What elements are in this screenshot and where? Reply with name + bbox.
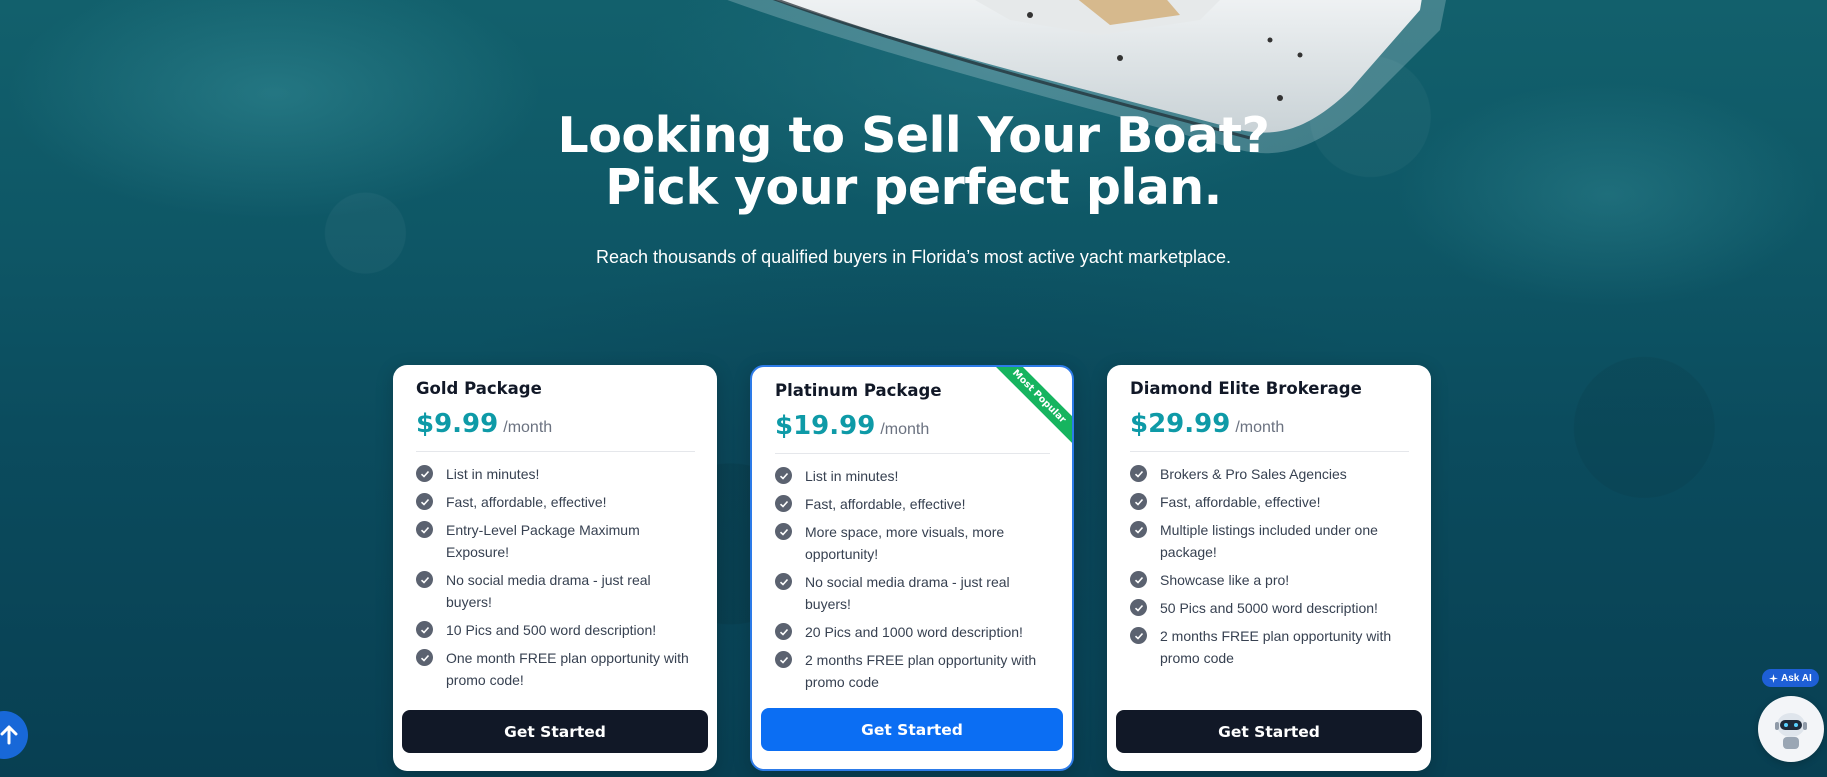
- check-icon: [1130, 465, 1147, 482]
- check-icon: [1130, 571, 1147, 588]
- price-row: $19.99 /month: [775, 411, 929, 441]
- get-started-button[interactable]: Get Started: [402, 710, 708, 753]
- feature-text: Fast, affordable, effective!: [805, 496, 966, 512]
- feature-text: Multiple listings included under one pac…: [1160, 522, 1378, 560]
- plan-card-diamond: Diamond Elite Brokerage $29.99 /month Br…: [1107, 365, 1431, 771]
- feature-item: One month FREE plan opportunity with pro…: [416, 647, 699, 691]
- feature-text: 50 Pics and 5000 word description!: [1160, 600, 1378, 616]
- feature-text: No social media drama - just real buyers…: [446, 572, 651, 610]
- feature-text: Fast, affordable, effective!: [1160, 494, 1321, 510]
- feature-item: Showcase like a pro!: [1130, 569, 1413, 591]
- check-icon: [416, 493, 433, 510]
- check-icon: [1130, 599, 1147, 616]
- feature-list: List in minutes! Fast, affordable, effec…: [775, 465, 1054, 699]
- feature-text: Showcase like a pro!: [1160, 572, 1290, 588]
- divider: [416, 451, 695, 452]
- feature-item: 20 Pics and 1000 word description!: [775, 621, 1054, 643]
- feature-text: 10 Pics and 500 word description!: [446, 622, 657, 638]
- feature-text: Fast, affordable, effective!: [446, 494, 607, 510]
- feature-item: Fast, affordable, effective!: [775, 493, 1054, 515]
- check-icon: [775, 651, 792, 668]
- check-icon: [416, 621, 433, 638]
- plan-price: $19.99: [775, 411, 876, 441]
- feature-text: No social media drama - just real buyers…: [805, 574, 1010, 612]
- plan-price: $29.99: [1130, 409, 1231, 439]
- badge-label: Most Popular: [986, 367, 1072, 450]
- check-icon: [1130, 493, 1147, 510]
- check-icon: [416, 571, 433, 588]
- check-icon: [416, 649, 433, 666]
- ask-ai-button[interactable]: Ask AI: [1762, 669, 1819, 687]
- feature-item: 2 months FREE plan opportunity with prom…: [775, 649, 1054, 693]
- hero-subtitle: Reach thousands of qualified buyers in F…: [596, 247, 1231, 267]
- feature-text: More space, more visuals, more opportuni…: [805, 524, 1005, 562]
- check-icon: [416, 521, 433, 538]
- check-icon: [1130, 627, 1147, 644]
- plan-name: Diamond Elite Brokerage: [1130, 379, 1362, 398]
- feature-text: Brokers & Pro Sales Agencies: [1160, 466, 1347, 482]
- plan-name: Gold Package: [416, 379, 542, 398]
- check-icon: [416, 465, 433, 482]
- feature-item: Fast, affordable, effective!: [416, 491, 699, 513]
- plan-period: /month: [1235, 419, 1285, 436]
- check-icon: [1130, 521, 1147, 538]
- feature-item: More space, more visuals, more opportuni…: [775, 521, 1054, 565]
- ask-ai-label: Ask AI: [1781, 672, 1812, 684]
- feature-item: 50 Pics and 5000 word description!: [1130, 597, 1413, 619]
- feature-text: 2 months FREE plan opportunity with prom…: [805, 652, 1037, 690]
- price-row: $9.99 /month: [416, 409, 552, 439]
- divider: [775, 453, 1050, 454]
- get-started-button[interactable]: Get Started: [1116, 710, 1422, 753]
- feature-item: Brokers & Pro Sales Agencies: [1130, 463, 1413, 485]
- feature-item: No social media drama - just real buyers…: [775, 571, 1054, 615]
- feature-text: 2 months FREE plan opportunity with prom…: [1160, 628, 1392, 666]
- feature-text: Entry-Level Package Maximum Exposure!: [446, 522, 640, 560]
- plan-name: Platinum Package: [775, 381, 942, 400]
- feature-text: List in minutes!: [805, 468, 899, 484]
- hero-title: Looking to Sell Your Boat? Pick your per…: [0, 110, 1827, 214]
- feature-text: 20 Pics and 1000 word description!: [805, 624, 1023, 640]
- get-started-button[interactable]: Get Started: [761, 708, 1063, 751]
- feature-item: Entry-Level Package Maximum Exposure!: [416, 519, 699, 563]
- price-row: $29.99 /month: [1130, 409, 1284, 439]
- feature-item: Multiple listings included under one pac…: [1130, 519, 1413, 563]
- chatbot-launcher[interactable]: [1758, 696, 1824, 762]
- plan-card-platinum: Most Popular Platinum Package $19.99 /mo…: [750, 365, 1074, 771]
- hero-title-line2: Pick your perfect plan.: [605, 159, 1222, 216]
- feature-text: One month FREE plan opportunity with pro…: [446, 650, 689, 688]
- plan-card-gold: Gold Package $9.99 /month List in minute…: [393, 365, 717, 771]
- divider: [1130, 451, 1409, 452]
- feature-item: List in minutes!: [775, 465, 1054, 487]
- feature-item: List in minutes!: [416, 463, 699, 485]
- feature-item: 10 Pics and 500 word description!: [416, 619, 699, 641]
- feature-text: List in minutes!: [446, 466, 540, 482]
- check-icon: [775, 623, 792, 640]
- sparkle-icon: [1769, 673, 1778, 683]
- plan-price: $9.99: [416, 409, 499, 439]
- most-popular-ribbon: Most Popular: [982, 367, 1072, 457]
- feature-item: Fast, affordable, effective!: [1130, 491, 1413, 513]
- plan-period: /month: [880, 421, 930, 438]
- check-icon: [775, 573, 792, 590]
- feature-item: 2 months FREE plan opportunity with prom…: [1130, 625, 1413, 669]
- check-icon: [775, 523, 792, 540]
- feature-list: List in minutes! Fast, affordable, effec…: [416, 463, 699, 697]
- arrow-up-icon: [0, 725, 18, 745]
- feature-list: Brokers & Pro Sales Agencies Fast, affor…: [1130, 463, 1413, 675]
- robot-icon: [1775, 713, 1807, 749]
- check-icon: [775, 495, 792, 512]
- plan-period: /month: [503, 419, 553, 436]
- hero-title-line1: Looking to Sell Your Boat?: [557, 107, 1270, 164]
- check-icon: [775, 467, 792, 484]
- feature-item: No social media drama - just real buyers…: [416, 569, 699, 613]
